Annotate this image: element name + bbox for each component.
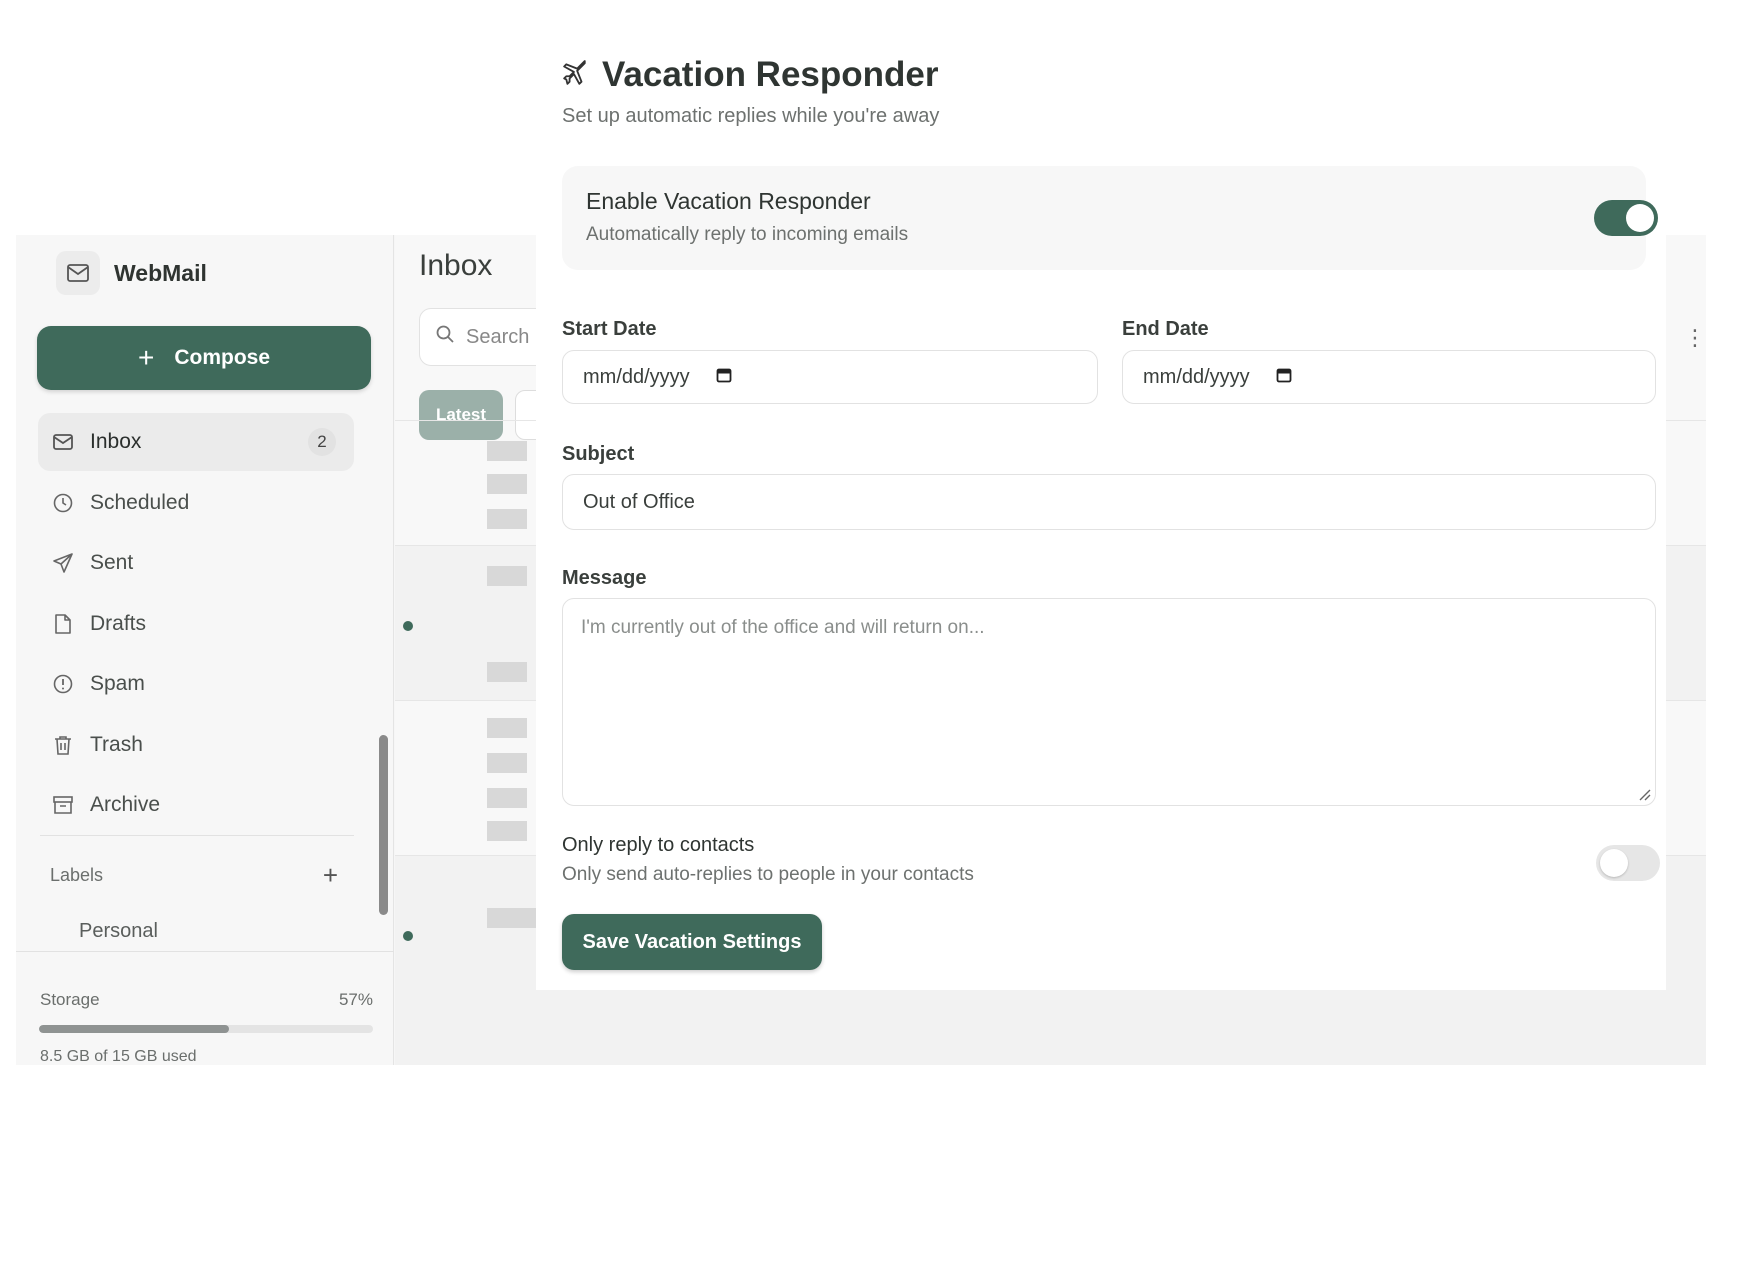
placeholder-line — [487, 821, 527, 841]
contacts-only-title: Only reply to contacts — [562, 834, 755, 856]
plus-icon: + — [137, 342, 155, 373]
sidebar-item-label: Sent — [90, 551, 134, 574]
clock-icon — [52, 492, 74, 514]
placeholder-line — [487, 753, 527, 773]
app-name: WebMail — [114, 259, 207, 286]
start-date-value: mm/dd/yyyy — [583, 365, 690, 388]
message-textarea[interactable]: I'm currently out of the office and will… — [562, 598, 1656, 806]
storage-percent: 57% — [338, 990, 373, 1009]
sidebar: WebMail + Compose Inbox 2 Scheduled Sent — [16, 235, 394, 1065]
folder-nav: Inbox 2 Scheduled Sent Drafts Spam Trash… — [38, 413, 354, 837]
sidebar-item-scheduled[interactable]: Scheduled — [38, 474, 354, 532]
end-date-value: mm/dd/yyyy — [1143, 365, 1250, 388]
sidebar-item-label: Spam — [90, 672, 145, 695]
sidebar-item-label: Trash — [90, 732, 143, 756]
end-date-label: End Date — [1122, 318, 1209, 340]
sidebar-item-spam[interactable]: Spam — [38, 655, 354, 713]
storage-divider — [16, 951, 394, 952]
page-title: Inbox — [419, 249, 493, 282]
storage-widget: Storage 57% 8.5 GB of 15 GB used — [16, 855, 394, 1065]
placeholder-line — [487, 662, 527, 682]
vacation-responder-panel: Vacation Responder Set up automatic repl… — [536, 0, 1666, 990]
sidebar-item-label: Scheduled — [90, 490, 190, 514]
brand: WebMail — [56, 251, 207, 295]
trash-icon — [52, 734, 74, 756]
contacts-only-toggle[interactable] — [1596, 845, 1660, 881]
placeholder-line — [487, 441, 527, 461]
nav-divider — [40, 835, 354, 836]
send-icon — [52, 552, 74, 574]
placeholder-line — [487, 474, 527, 494]
file-icon — [52, 613, 74, 635]
toggle-knob — [1600, 849, 1628, 877]
archive-icon — [52, 794, 74, 816]
resize-handle-icon[interactable] — [1637, 787, 1651, 801]
placeholder-line — [487, 718, 527, 738]
sidebar-item-label: Drafts — [90, 611, 147, 635]
airplane-icon — [562, 59, 588, 91]
panel-subtitle: Set up automatic replies while you're aw… — [562, 105, 940, 127]
subject-label: Subject — [562, 443, 635, 465]
storage-used-text: 8.5 GB of 15 GB used — [40, 1048, 197, 1065]
mail-logo-icon — [56, 251, 100, 295]
storage-progress-fill — [39, 1025, 230, 1033]
panel-header: Vacation Responder Set up automatic repl… — [562, 55, 939, 128]
unread-dot-icon — [403, 621, 413, 631]
sidebar-item-drafts[interactable]: Drafts — [38, 595, 354, 653]
enable-title: Enable Vacation Responder — [586, 188, 871, 214]
end-date-input[interactable]: mm/dd/yyyy — [1122, 350, 1656, 404]
message-placeholder: I'm currently out of the office and will… — [581, 617, 985, 638]
sidebar-item-archive[interactable]: Archive — [38, 776, 354, 834]
calendar-icon[interactable] — [716, 366, 732, 389]
start-date-label: Start Date — [562, 318, 657, 340]
sidebar-item-sent[interactable]: Sent — [38, 534, 354, 592]
placeholder-line — [487, 566, 527, 586]
unread-dot-icon — [403, 931, 413, 941]
enable-vacation-card: Enable Vacation Responder Automatically … — [562, 166, 1658, 270]
search-icon — [436, 325, 454, 349]
sidebar-item-trash[interactable]: Trash — [38, 716, 354, 774]
more-options-icon[interactable]: ⋮ — [1684, 325, 1706, 351]
alert-circle-icon — [52, 673, 74, 695]
compose-label: Compose — [174, 346, 271, 369]
sidebar-item-inbox[interactable]: Inbox 2 — [38, 413, 354, 471]
placeholder-line — [487, 788, 527, 808]
calendar-icon[interactable] — [1276, 366, 1292, 389]
start-date-input[interactable]: mm/dd/yyyy — [562, 350, 1098, 404]
toggle-knob — [1626, 204, 1654, 232]
storage-header: Storage 57% — [40, 990, 373, 1010]
contacts-only-description: Only send auto-replies to people in your… — [562, 864, 974, 885]
subject-input[interactable]: Out of Office — [562, 474, 1656, 530]
search-placeholder: Search — [466, 325, 530, 348]
inbox-icon — [52, 431, 74, 453]
compose-button[interactable]: + Compose — [37, 326, 371, 390]
panel-title: Vacation Responder — [602, 55, 939, 94]
placeholder-line — [487, 509, 527, 529]
storage-progress-bar — [39, 1025, 373, 1033]
enable-description: Automatically reply to incoming emails — [586, 224, 909, 245]
message-label: Message — [562, 567, 647, 589]
unread-count-badge: 2 — [308, 428, 336, 456]
subject-value: Out of Office — [583, 490, 695, 513]
enable-vacation-toggle[interactable] — [1594, 200, 1658, 236]
save-vacation-settings-button[interactable]: Save Vacation Settings — [562, 914, 822, 970]
sidebar-item-label: Inbox — [90, 430, 142, 453]
storage-label: Storage — [40, 990, 100, 1009]
sidebar-item-label: Archive — [90, 793, 161, 816]
